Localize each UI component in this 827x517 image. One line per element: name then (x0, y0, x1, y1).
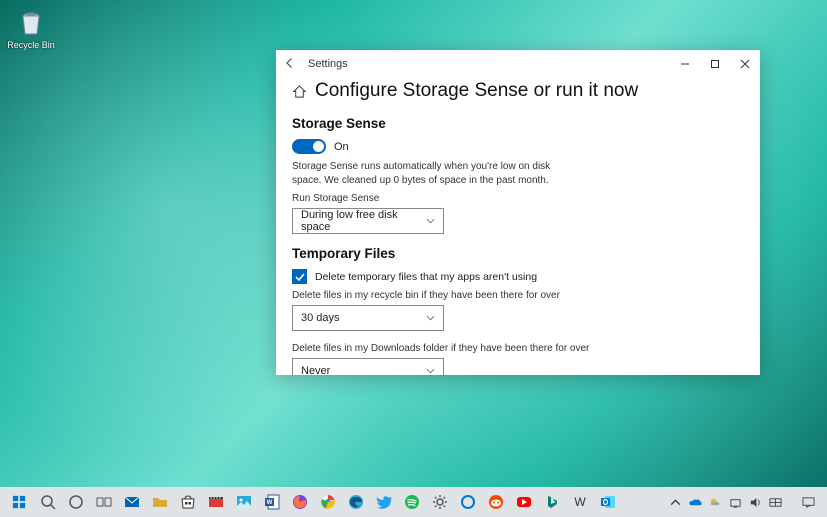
tray-volume[interactable] (745, 487, 765, 517)
taskbar-store[interactable] (174, 487, 202, 517)
maximize-button[interactable] (700, 50, 730, 78)
run-storage-sense-dropdown[interactable]: During low free disk space (292, 208, 444, 234)
taskbar-settings[interactable] (426, 487, 454, 517)
taskbar-file-explorer[interactable] (146, 487, 174, 517)
chevron-down-icon (426, 216, 435, 226)
storage-sense-description: Storage Sense runs automatically when yo… (292, 160, 552, 187)
tray-onedrive[interactable] (685, 487, 705, 517)
desktop[interactable]: Recycle Bin Settings Conf (0, 0, 827, 517)
home-icon[interactable] (292, 84, 307, 99)
delete-temp-label: Delete temporary files that my apps aren… (315, 271, 537, 283)
settings-window: Settings Configure Storage Sense or run … (276, 50, 760, 375)
taskbar-cortana-app[interactable] (454, 487, 482, 517)
taskbar-firefox[interactable] (286, 487, 314, 517)
taskbar-start[interactable] (4, 487, 34, 517)
tray-overflow[interactable] (665, 487, 685, 517)
svg-text:W: W (574, 495, 586, 509)
settings-content: Configure Storage Sense or run it now St… (276, 78, 760, 375)
chevron-down-icon (426, 366, 435, 375)
taskbar-outlook[interactable] (594, 487, 622, 517)
recycle-bin-period-value: 30 days (301, 312, 340, 324)
run-storage-sense-label: Run Storage Sense (292, 193, 744, 204)
delete-temp-checkbox[interactable] (292, 269, 307, 284)
recycle-bin-label: Recycle Bin (6, 40, 56, 50)
taskbar-bing[interactable] (538, 487, 566, 517)
desktop-icon-recycle-bin[interactable]: Recycle Bin (6, 6, 56, 50)
downloads-period-label: Delete files in my Downloads folder if t… (292, 343, 744, 354)
taskbar-chrome[interactable] (314, 487, 342, 517)
taskbar-edge[interactable] (342, 487, 370, 517)
taskbar-reddit[interactable] (482, 487, 510, 517)
recycle-bin-icon (15, 6, 47, 38)
chevron-down-icon (426, 313, 435, 323)
taskbar-youtube[interactable] (510, 487, 538, 517)
tray-weather[interactable] (705, 487, 725, 517)
taskbar-twitter[interactable] (370, 487, 398, 517)
recycle-bin-period-dropdown[interactable]: 30 days (292, 305, 444, 331)
taskbar: WW (0, 487, 827, 517)
downloads-period-value: Never (301, 365, 330, 375)
taskbar-mail[interactable] (118, 487, 146, 517)
taskbar-spotify[interactable] (398, 487, 426, 517)
toggle-state-label: On (334, 141, 349, 153)
section-temporary-files: Temporary Files (292, 246, 744, 261)
window-title: Settings (308, 58, 348, 70)
taskbar-task-view[interactable] (90, 487, 118, 517)
page-title: Configure Storage Sense or run it now (315, 80, 638, 102)
tray-network[interactable] (725, 487, 745, 517)
section-storage-sense: Storage Sense (292, 116, 744, 131)
downloads-period-dropdown[interactable]: Never (292, 358, 444, 375)
action-center-icon[interactable] (797, 487, 819, 517)
taskbar-movies[interactable] (202, 487, 230, 517)
tray-lang[interactable] (765, 487, 785, 517)
back-button[interactable] (284, 57, 302, 72)
taskbar-wikipedia[interactable]: W (566, 487, 594, 517)
storage-sense-toggle[interactable] (292, 139, 326, 154)
run-storage-sense-value: During low free disk space (301, 209, 426, 233)
taskbar-photos[interactable] (230, 487, 258, 517)
titlebar: Settings (276, 50, 760, 78)
taskbar-cortana[interactable] (62, 487, 90, 517)
taskbar-word[interactable]: W (258, 487, 286, 517)
minimize-button[interactable] (670, 50, 700, 78)
taskbar-search[interactable] (34, 487, 62, 517)
recycle-bin-period-label: Delete files in my recycle bin if they h… (292, 290, 744, 301)
close-button[interactable] (730, 50, 760, 78)
svg-text:W: W (267, 500, 273, 506)
